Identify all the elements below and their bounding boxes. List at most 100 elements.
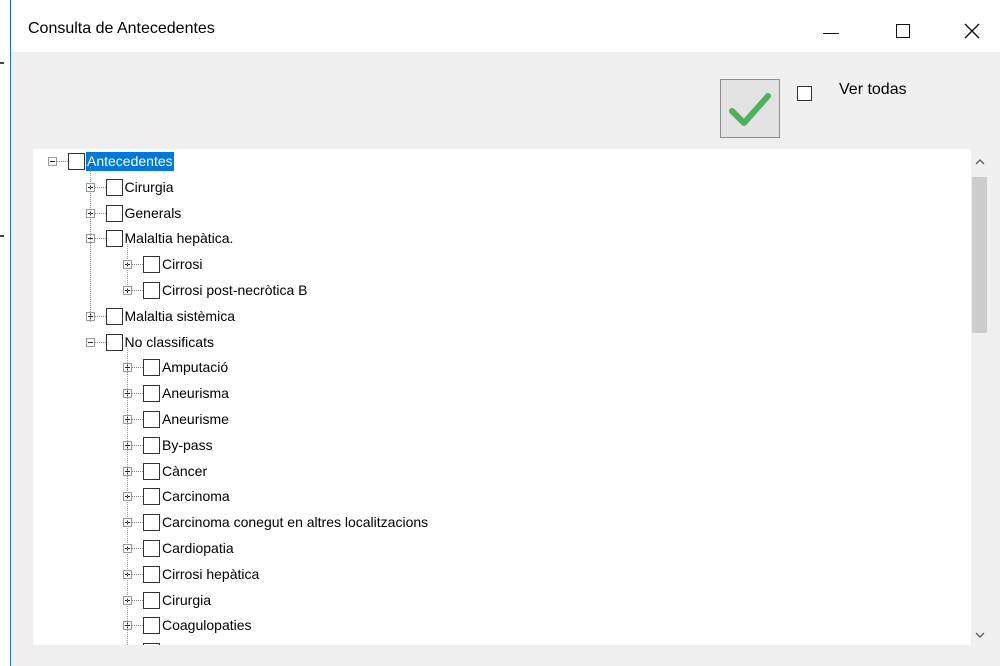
minimize-icon <box>823 32 839 34</box>
tree-node[interactable]: Coagulopaties <box>123 613 253 638</box>
tree-connector <box>94 186 106 188</box>
node-label[interactable]: Carcinoma conegut en altres localitzacio… <box>161 513 429 532</box>
tree-connector <box>132 548 143 549</box>
maximize-icon <box>896 24 910 38</box>
node-checkbox[interactable] <box>143 436 160 454</box>
tree-node[interactable]: Generals <box>85 201 183 226</box>
tree-node[interactable]: Aneurisme <box>123 407 230 432</box>
collapse-icon[interactable] <box>85 337 95 347</box>
tree-node[interactable]: Amputació <box>123 355 229 380</box>
tree-connector <box>132 444 143 446</box>
node-checkbox[interactable] <box>143 359 160 377</box>
tree-connector <box>132 599 143 601</box>
node-checkbox[interactable] <box>105 333 123 351</box>
node-label[interactable]: Cirrosi hepàtica <box>161 565 260 584</box>
tree-node[interactable]: Aneurisma <box>123 381 230 406</box>
node-checkbox[interactable] <box>143 617 160 635</box>
tree-node[interactable]: Carcinoma <box>123 484 231 509</box>
node-checkbox[interactable] <box>143 462 160 480</box>
close-icon <box>964 23 980 39</box>
tree-node[interactable]: Cirrosi hepàtica <box>123 562 260 587</box>
tree-connector <box>94 341 106 343</box>
vertical-scrollbar[interactable] <box>971 149 988 645</box>
tree-node[interactable]: Cirrosi <box>123 252 203 277</box>
node-label[interactable]: Malaltia hepàtica. <box>124 229 235 248</box>
node-checkbox[interactable] <box>105 204 123 222</box>
tree-connector <box>132 625 143 627</box>
node-label[interactable]: Generals <box>124 204 183 223</box>
node-checkbox[interactable] <box>143 514 160 532</box>
node-checkbox[interactable] <box>143 256 160 274</box>
chevron-up-icon <box>975 158 984 164</box>
tree-connector <box>132 367 143 369</box>
minimize-button[interactable] <box>808 0 854 52</box>
edge-mark <box>0 62 4 64</box>
tree-connector <box>132 522 143 524</box>
node-label[interactable]: Aneurisma <box>161 384 230 403</box>
node-label[interactable]: Carcinoma <box>161 487 231 506</box>
tree-connector <box>132 264 143 266</box>
node-label[interactable]: Amputació <box>161 358 229 377</box>
tree-connector <box>132 573 143 575</box>
title-bar: Consulta de Antecedentes <box>11 0 1000 52</box>
tree-connector-line <box>127 347 128 645</box>
tree-connector <box>132 393 143 395</box>
tree-node[interactable]: Malaltia sistèmica <box>85 304 236 329</box>
node-label[interactable]: Càncer <box>161 462 208 481</box>
tree-node[interactable]: Cirrosi post-necròtica B <box>123 278 309 303</box>
tree-connector <box>132 496 143 498</box>
node-label[interactable]: Cirrosi <box>161 255 203 274</box>
node-checkbox[interactable] <box>143 411 160 428</box>
tree-node[interactable]: No classificats <box>85 330 215 355</box>
edge-mark <box>0 235 4 237</box>
tree-connector <box>57 161 68 162</box>
ver-todas-label: Ver todas <box>839 81 907 98</box>
scroll-thumb[interactable] <box>972 177 987 333</box>
node-checkbox[interactable] <box>143 565 160 583</box>
tree-node[interactable]: Diabetis <box>123 639 214 645</box>
collapse-icon[interactable] <box>48 157 57 166</box>
tree-node[interactable]: Malaltia hepàtica. <box>85 226 235 251</box>
node-label[interactable]: Malaltia sistèmica <box>124 307 236 326</box>
antecedentes-tree[interactable]: Antecedentes Cirurgia Generals Malaltia hep… <box>33 149 988 645</box>
scroll-up-button[interactable] <box>971 153 988 170</box>
close-button[interactable] <box>949 0 995 52</box>
tree-node[interactable]: Càncer <box>123 459 208 484</box>
node-label[interactable]: Cardiopatia <box>161 539 235 558</box>
node-checkbox[interactable] <box>143 385 160 403</box>
tree-connector <box>94 315 106 317</box>
tree-node[interactable]: By-pass <box>123 433 214 458</box>
node-label[interactable]: Cirrosi post-necròtica B <box>161 281 309 300</box>
confirm-button[interactable] <box>720 79 780 138</box>
node-label[interactable]: Cirurgia <box>161 591 212 610</box>
node-label[interactable]: Coagulopaties <box>161 616 253 635</box>
node-label[interactable]: No classificats <box>124 333 215 352</box>
node-checkbox[interactable] <box>143 540 160 557</box>
node-label[interactable]: Aneurisme <box>161 410 230 429</box>
node-checkbox[interactable] <box>143 282 160 299</box>
maximize-button[interactable] <box>880 0 926 52</box>
ver-todas-checkbox[interactable] <box>797 86 812 101</box>
node-label[interactable]: Diabetis <box>161 642 214 645</box>
tree-node[interactable]: Cirurgia <box>85 175 175 200</box>
node-checkbox[interactable] <box>68 153 85 170</box>
node-checkbox[interactable] <box>143 488 160 506</box>
tree-node[interactable]: Carcinoma conegut en altres localitzacio… <box>123 510 429 535</box>
node-checkbox[interactable] <box>143 643 160 645</box>
node-checkbox[interactable] <box>143 591 160 609</box>
tree-node[interactable]: Antecedentes <box>48 149 174 174</box>
tree-node[interactable]: Cirurgia <box>123 588 212 613</box>
node-label[interactable]: Cirurgia <box>124 178 175 197</box>
node-checkbox[interactable] <box>105 307 123 325</box>
tree-connector <box>132 470 143 472</box>
tree-connector <box>132 419 143 420</box>
scroll-down-button[interactable] <box>971 626 988 643</box>
checkmark-icon <box>729 92 771 126</box>
node-checkbox[interactable] <box>105 178 123 196</box>
window-title: Consulta de Antecedentes <box>28 20 215 37</box>
node-checkbox[interactable] <box>105 230 123 248</box>
node-label[interactable]: By-pass <box>161 436 214 455</box>
tree-node[interactable]: Cardiopatia <box>123 536 235 561</box>
chevron-down-icon <box>975 632 984 638</box>
node-label[interactable]: Antecedentes <box>86 152 174 171</box>
